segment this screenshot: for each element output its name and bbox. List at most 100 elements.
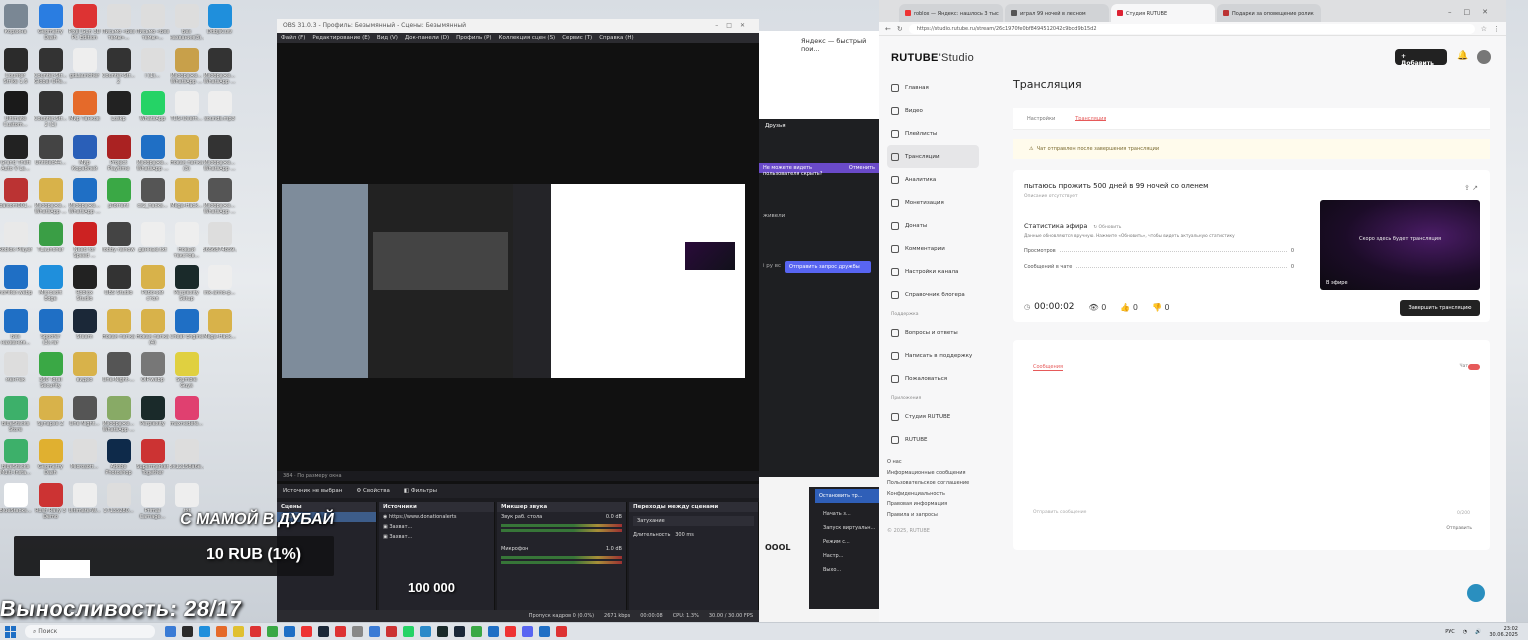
desktop-icon[interactable]: Synapse Z xyxy=(34,395,67,427)
taskbar-app-icon[interactable] xyxy=(199,626,210,637)
taskbar-app-icon[interactable] xyxy=(369,626,380,637)
desktop-icon[interactable]: Новый текстов... xyxy=(170,221,203,259)
desktop-icon[interactable]: µTorrent xyxy=(102,178,135,209)
taskbar-app-icon[interactable] xyxy=(437,626,448,637)
desktop-icon[interactable]: Ultimate-W... xyxy=(68,482,101,514)
app-menu-item[interactable]: Начать з... xyxy=(823,507,875,521)
taskbar-app-icon[interactable] xyxy=(216,626,227,637)
desktop-icon[interactable]: Roblox Player xyxy=(0,221,32,253)
desktop-icon[interactable]: Мир Танков xyxy=(68,91,101,122)
desktop-icon[interactable]: i (1)... xyxy=(136,47,169,79)
desktop-icon[interactable]: Ultimate Custom... xyxy=(0,91,32,128)
sidebar-item[interactable]: Видео xyxy=(887,99,979,122)
desktop-icon[interactable]: Geometry Dash xyxy=(34,439,67,476)
desktop-icon[interactable]: Изображе... WhatsApp ... xyxy=(136,134,169,172)
sidebar-item[interactable]: Справочник блогера xyxy=(887,283,979,306)
preview-size-label[interactable]: 384 · По размеру окна xyxy=(277,471,759,481)
clock[interactable]: 23:02 30.06.2025 xyxy=(1489,626,1518,638)
tab-settings[interactable]: Настройки xyxy=(1027,116,1055,122)
desktop-icon[interactable]: данные.txt xyxy=(136,221,169,253)
url-field[interactable]: https://studio.rutube.ru/stream/26c1970f… xyxy=(908,23,1475,34)
desktop-icon[interactable]: Корзина xyxy=(0,4,32,35)
desktop-icon[interactable]: Новая папка xyxy=(102,308,135,340)
desktop-icon[interactable]: Steam xyxy=(68,308,101,340)
taskbar-app-icon[interactable] xyxy=(250,626,261,637)
obs-menu-item[interactable]: Сервис (T) xyxy=(562,35,592,41)
taskbar-app-icon[interactable] xyxy=(420,626,431,637)
desktop-icon[interactable]: Counter-Str... 2 xyxy=(102,47,135,85)
source-item[interactable]: ▣ Захват... xyxy=(379,522,494,532)
taskbar-app-icon[interactable] xyxy=(335,626,346,637)
share-icon[interactable]: ⇪ ↗ xyxy=(1464,184,1478,192)
tab-stream[interactable]: Трансляция xyxy=(1075,116,1107,122)
sidebar-item[interactable]: Настройки канала xyxy=(887,260,979,283)
app-menu-item[interactable]: Настр... xyxy=(823,549,875,563)
sidebar-item[interactable]: Аналитика xyxy=(887,168,979,191)
desktop-icon[interactable]: 17135280... xyxy=(102,482,135,514)
desktop-icon[interactable]: 360 Total Security xyxy=(34,352,67,389)
desktop-icon[interactable]: Perplexity xyxy=(136,395,169,427)
desktop-icon[interactable]: Primal Carnage... xyxy=(136,482,169,520)
taskbar-search[interactable]: ⌕ Поиск xyxy=(25,625,155,638)
window-controls[interactable]: –□✕ xyxy=(1448,8,1506,22)
desktop-icon[interactable]: TLauncher xyxy=(34,221,67,253)
add-button[interactable]: + Добавить xyxy=(1395,49,1447,67)
desktop-icon[interactable]: Need for Speed ... xyxy=(68,221,101,259)
app-menu-item[interactable]: Выхо... xyxy=(823,563,875,577)
sidebar-item[interactable]: Вопросы и ответы xyxy=(887,321,979,344)
desktop-icon[interactable]: Spoofer (3).rar xyxy=(34,308,67,346)
desktop-icon[interactable]: Изображе... WhatsApp ... xyxy=(203,178,236,215)
sidebar-item[interactable]: Главная xyxy=(887,76,979,99)
desktop-icon[interactable]: .txt xyxy=(170,482,203,514)
desktop-icon[interactable]: ink-anno-p... xyxy=(203,265,236,296)
taskbar-app-icon[interactable] xyxy=(539,626,550,637)
chat-tab[interactable]: Сообщения xyxy=(1033,364,1064,371)
obs-menu-item[interactable]: Редактирование (E) xyxy=(312,35,370,41)
desktop-icon[interactable]: видео xyxy=(68,352,101,383)
desktop-icon[interactable]: Мир Кораблей xyxy=(68,134,101,172)
taskbar-app-icon[interactable] xyxy=(505,626,516,637)
send-friend-request-button[interactable]: Отправить запрос дружбы xyxy=(785,261,871,273)
desktop-icon[interactable]: Geometry Dash xyxy=(34,4,67,41)
browser-tab[interactable]: Студия RUTUBE xyxy=(1111,4,1215,22)
desktop-icon[interactable]: Без названия(3)... xyxy=(170,4,204,41)
window-controls[interactable]: –□✕ xyxy=(715,22,753,30)
obs-preview[interactable] xyxy=(277,43,759,485)
taskbar-app-icon[interactable] xyxy=(386,626,397,637)
desktop-icon[interactable]: WhatsApp xyxy=(136,91,169,122)
desktop-icon[interactable]: Stumble Guys xyxy=(170,352,203,389)
taskbar-app-icon[interactable] xyxy=(454,626,465,637)
taskbar-app-icon[interactable] xyxy=(267,626,278,637)
taskbar-app-icon[interactable] xyxy=(301,626,312,637)
taskbar-app-icon[interactable] xyxy=(556,626,567,637)
desktop-icon[interactable]: 5656874859... xyxy=(203,221,237,253)
desktop-icon[interactable]: Новая папка (3) xyxy=(170,134,203,172)
desktop-icon[interactable]: Новая папка (4) xyxy=(136,308,169,346)
desktop-icon[interactable]: Письмо «Без темы»... xyxy=(136,4,169,41)
desktop-icon[interactable]: gdLauncher xyxy=(68,47,101,79)
sidebar-item[interactable]: Плейлисты xyxy=(887,122,979,145)
avatar[interactable] xyxy=(1477,50,1491,64)
obs-menu-item[interactable]: Профиль (P) xyxy=(456,35,491,41)
sidebar-item[interactable]: Монетизация xyxy=(887,191,979,214)
volume-meter[interactable] xyxy=(501,556,622,559)
sidebar-item[interactable]: Трансляции xyxy=(887,145,979,168)
footer-link[interactable]: Конфиденциальность xyxy=(887,489,979,500)
taskbar-app-icon[interactable] xyxy=(488,626,499,637)
desktop-icon[interactable]: cs2_hacks... xyxy=(136,178,169,209)
language-indicator[interactable]: РУС xyxy=(1445,629,1455,635)
desktop-icon[interactable]: Roblox Studio xyxy=(68,265,101,302)
desktop-icon[interactable]: OBS Studio xyxy=(102,265,135,296)
sidebar-item[interactable]: Написать в поддержку xyxy=(887,344,979,367)
wifi-icon[interactable]: ◔ xyxy=(1463,629,1467,635)
stats-refresh-button[interactable]: ↻ Обновить xyxy=(1093,225,1121,230)
rutube-logo[interactable]: RUTUBE'Studio xyxy=(891,52,974,64)
browser-tab[interactable]: roblox — Яндекс: нашлось 3 тыс xyxy=(899,4,1003,22)
desktop-icon[interactable]: sounds.mp3 xyxy=(203,91,236,122)
volume-meter[interactable] xyxy=(501,524,622,527)
transition-duration[interactable]: Длительность 300 ms xyxy=(629,530,758,540)
sidebar-item[interactable]: Пожаловаться xyxy=(887,367,979,390)
desktop-icon[interactable]: Supermarket Together xyxy=(136,439,169,476)
browser-tab[interactable]: играл 99 ночей в лесном xyxy=(1005,4,1109,22)
taskbar-app-icon[interactable] xyxy=(165,626,176,637)
